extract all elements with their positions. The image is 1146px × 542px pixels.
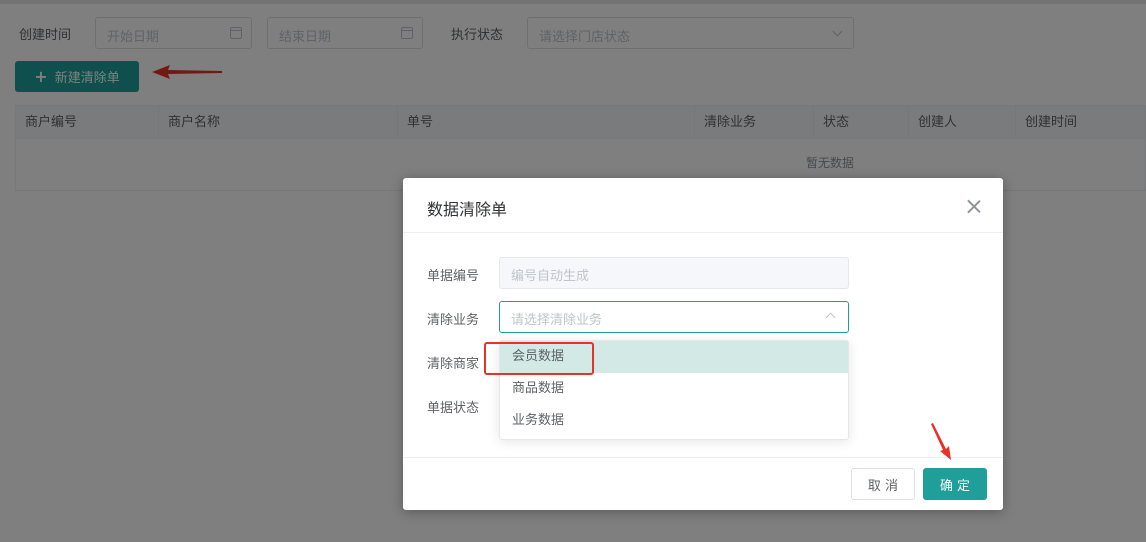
clear-business-select[interactable]: 请选择清除业务 [499,301,849,333]
clear-business-placeholder: 请选择清除业务 [511,313,603,328]
cancel-button[interactable]: 取 消 [851,468,915,500]
divider [403,457,1003,458]
annotation-arrow-icon [931,423,951,460]
dropdown-option-product-data[interactable]: 商品数据 [500,373,848,405]
annotation-highlight-box [484,342,594,375]
divider [403,232,1003,233]
clear-order-dialog: 数据清除单 单据编号 编号自动生成 清除业务 请选择清除业务 清除商家 单据状态… [403,178,1003,510]
clear-business-label: 清除业务 [427,313,480,328]
doc-no-input: 编号自动生成 [499,257,849,289]
confirm-button[interactable]: 确 定 [923,468,987,500]
doc-no-placeholder: 编号自动生成 [511,269,590,284]
doc-no-label: 单据编号 [427,269,480,284]
dialog-title: 数据清除单 [427,200,508,219]
chevron-up-icon [825,312,836,323]
clear-merchant-label: 清除商家 [427,357,480,372]
dropdown-option-business-data[interactable]: 业务数据 [500,405,848,437]
close-icon[interactable] [967,199,981,213]
doc-status-label: 单据状态 [427,401,480,416]
